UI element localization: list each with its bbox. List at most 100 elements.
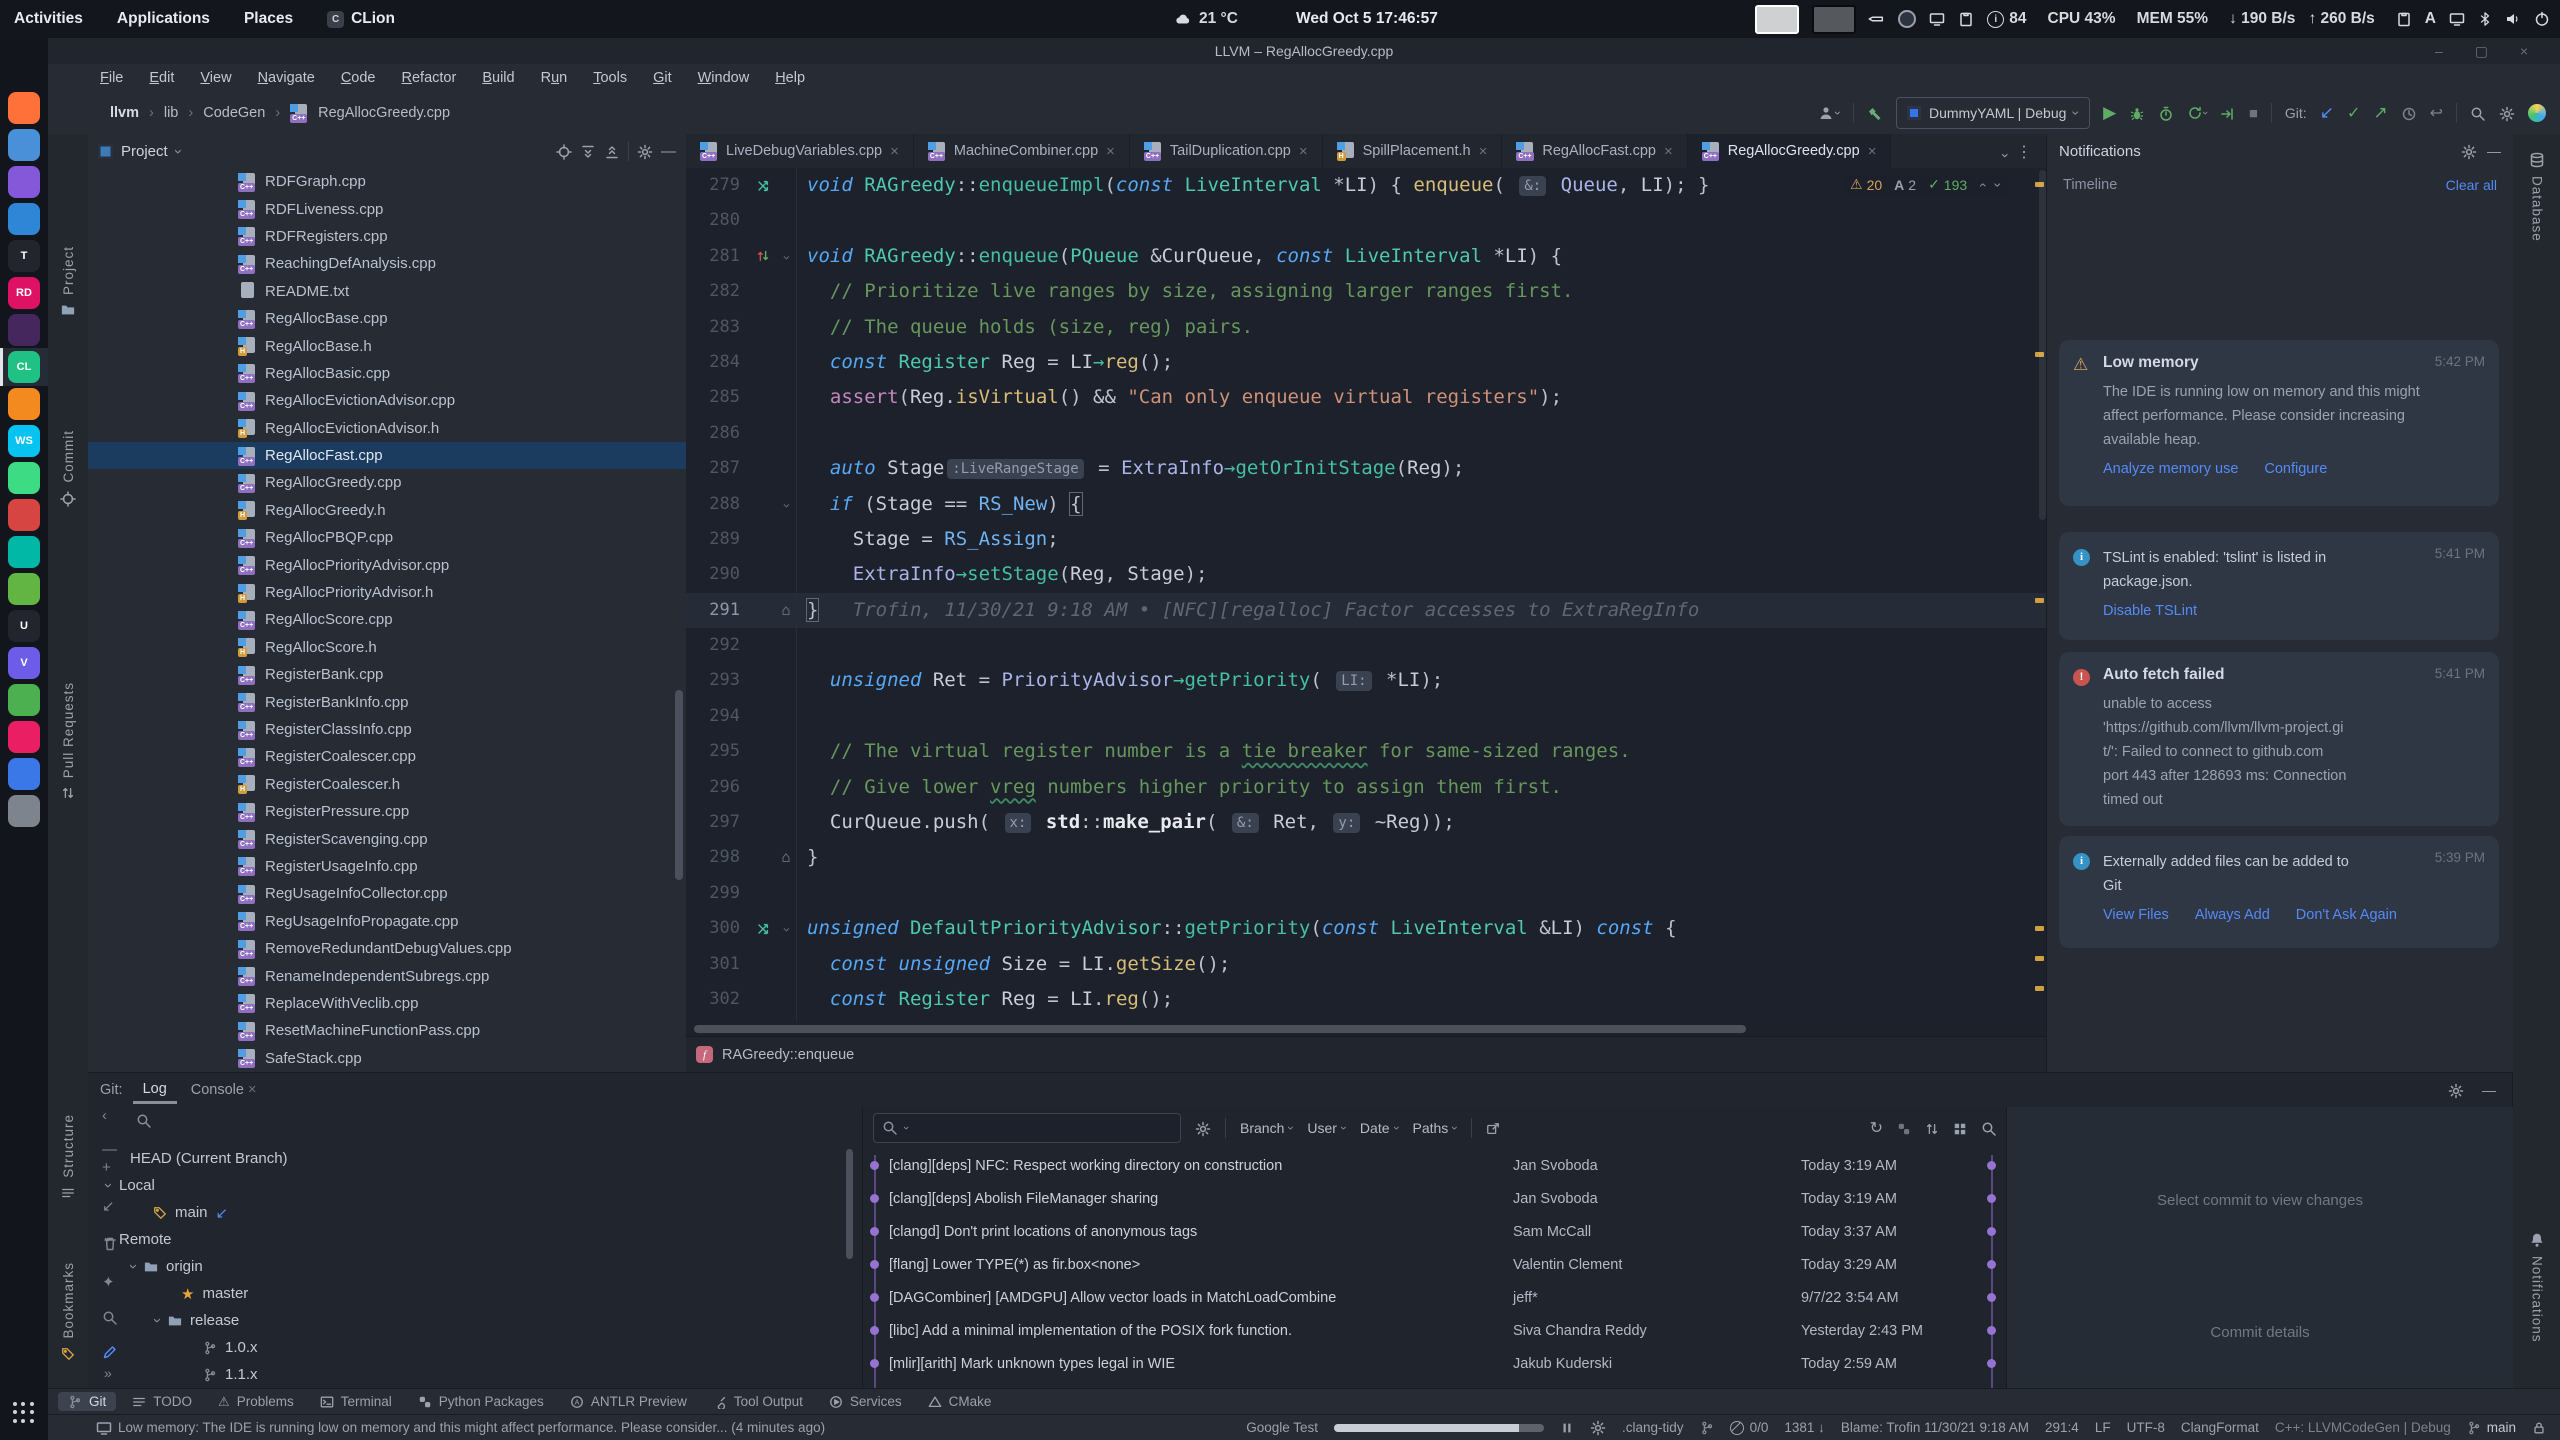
tool-strip-bookmarks[interactable]: Bookmarks	[48, 1262, 88, 1361]
dock-app-8[interactable]: CL	[8, 351, 40, 383]
sync-settings-icon[interactable]	[1590, 1420, 1606, 1436]
stripe-warning-mark[interactable]	[2035, 986, 2044, 991]
workspace-2[interactable]	[1812, 5, 1856, 34]
next-problem-chevron[interactable]: ›	[1990, 182, 2006, 187]
gutter-icon[interactable]	[750, 168, 776, 203]
project-file[interactable]: C++RegisterUsageInfo.cpp	[88, 853, 686, 880]
commit-row[interactable]: [DAGCombiner] [AMDGPU] Allow vector load…	[863, 1281, 2007, 1314]
dock-app-15[interactable]: U	[8, 610, 40, 642]
project-file[interactable]: HRegAllocEvictionAdvisor.h	[88, 415, 686, 442]
code-line-302[interactable]: 302 const Register Reg = LI.reg();	[686, 982, 2046, 1017]
panel-options-button[interactable]	[637, 142, 653, 159]
breadcrumb-item[interactable]: RegAllocGreedy.cpp	[318, 105, 450, 121]
tool-strip-project[interactable]: Project	[48, 246, 88, 317]
display-tray-icon[interactable]	[1929, 10, 1945, 28]
editor-breadcrumb-function[interactable]: RAGreedy::enqueue	[722, 1047, 854, 1063]
tab-MachineCombiner.cpp[interactable]: C++ MachineCombiner.cpp×	[914, 134, 1130, 168]
tab-SpillPlacement.h[interactable]: H SpillPlacement.h×	[1323, 134, 1503, 168]
stripe-warning-mark[interactable]	[2035, 598, 2044, 603]
attach-to-process-button[interactable]	[2220, 104, 2236, 121]
project-file[interactable]: HRegAllocGreedy.h	[88, 497, 686, 524]
project-file[interactable]: HRegAllocBase.h	[88, 332, 686, 359]
dock-app-6[interactable]: RD	[8, 277, 40, 309]
dock-app-12[interactable]	[8, 499, 40, 531]
dock-app-4[interactable]	[8, 203, 40, 235]
commit-row[interactable]: [mlir][arith] Mark unknown types legal i…	[863, 1347, 2007, 1380]
project-file[interactable]: HRegAllocPriorityAdvisor.h	[88, 579, 686, 606]
project-file[interactable]: C++RegUsageInfoCollector.cpp	[88, 880, 686, 907]
menu-edit[interactable]: Edit	[149, 70, 174, 86]
weather-widget[interactable]: 21 °C	[1175, 0, 1238, 38]
commit-search-input[interactable]: ›	[873, 1113, 1181, 1143]
tab-LiveDebugVariables.cpp[interactable]: C++ LiveDebugVariables.cpp×	[686, 134, 914, 168]
filter-branch[interactable]: Branch›	[1240, 1120, 1293, 1136]
show-applications-button[interactable]	[13, 1402, 35, 1424]
globe-tray-icon[interactable]	[1898, 10, 1916, 28]
project-file[interactable]: C++RegisterBank.cpp	[88, 661, 686, 688]
close-icon[interactable]: ×	[1868, 143, 1877, 160]
activities-button[interactable]: Activities	[14, 10, 83, 28]
code-line-301[interactable]: 301 const unsigned Size = LI.getSize();	[686, 947, 2046, 982]
power-icon[interactable]	[2534, 10, 2550, 28]
code-line-300[interactable]: 300 › unsigned DefaultPriorityAdvisor::g…	[686, 911, 2046, 946]
commit-row[interactable]: [clangd] Don't print locations of anonym…	[863, 1215, 2007, 1248]
git-branch-widget[interactable]: main	[2467, 1420, 2516, 1435]
dock-app-19[interactable]	[8, 758, 40, 790]
project-file[interactable]: C++RegisterClassInfo.cpp	[88, 716, 686, 743]
fold-marker[interactable]: ⌂	[776, 840, 796, 875]
stripe-warning-mark[interactable]	[2035, 956, 2044, 961]
dock-app-13[interactable]	[8, 536, 40, 568]
search-everywhere-button[interactable]	[2470, 104, 2486, 121]
notification-action-link[interactable]: View Files	[2103, 907, 2169, 923]
tab-RegAllocFast.cpp[interactable]: C++ RegAllocFast.cpp×	[1502, 134, 1687, 168]
volume-icon[interactable]	[2505, 10, 2521, 28]
branch-scrollbar[interactable]	[846, 1149, 853, 1259]
git-tool-more[interactable]: »	[104, 1365, 112, 1381]
git-tool-collapse-left[interactable]: ‹	[102, 1107, 107, 1124]
git-tab-console[interactable]: Console ×	[181, 1078, 267, 1102]
close-icon[interactable]: ×	[1479, 143, 1488, 160]
project-file[interactable]: C++RegAllocPBQP.cpp	[88, 524, 686, 551]
tool-strip-database[interactable]: Database	[2513, 152, 2560, 242]
branch-row[interactable]: ›Remote	[106, 1226, 172, 1253]
project-file[interactable]: C++RDFRegisters.cpp	[88, 223, 686, 250]
tab-RegAllocGreedy.cpp[interactable]: C++ RegAllocGreedy.cpp×	[1688, 134, 1892, 168]
close-icon[interactable]: ×	[1299, 143, 1308, 160]
prev-problem-chevron[interactable]: ›	[1973, 182, 1989, 187]
focused-app-menu[interactable]: CCLion	[327, 10, 395, 28]
lock-icon[interactable]	[2532, 1421, 2546, 1435]
keyboard-layout[interactable]: A	[2425, 10, 2436, 28]
commit-row[interactable]: [libc] Add a minimal implementation of t…	[863, 1314, 2007, 1347]
fold-marker[interactable]: ›	[776, 911, 796, 946]
incoming-commits-widget[interactable]: 1381 ↓	[1784, 1420, 1825, 1435]
toolwindow-cmake[interactable]: CMake	[918, 1392, 1002, 1411]
git-tool-get[interactable]: ↙	[102, 1197, 115, 1215]
code-line-295[interactable]: 295 // The virtual register number is a …	[686, 734, 2046, 769]
error-ratio-widget[interactable]: 0/0	[1730, 1420, 1769, 1435]
breadcrumb-item[interactable]: llvm	[110, 105, 139, 121]
project-file[interactable]: C++ReachingDefAnalysis.cpp	[88, 250, 686, 277]
breadcrumb-item[interactable]: lib	[164, 105, 179, 121]
dock-app-11[interactable]	[8, 462, 40, 494]
stripe-warning-mark[interactable]	[2035, 926, 2044, 931]
toolwindow-antlr-preview[interactable]: AANTLR Preview	[560, 1392, 697, 1411]
menu-help[interactable]: Help	[775, 70, 805, 86]
code-line-290[interactable]: 290 ExtraInfo→setStage(Reg, Stage);	[686, 557, 2046, 592]
stop-button[interactable]: ■	[2249, 105, 2258, 122]
profiler-button[interactable]	[2158, 104, 2174, 121]
branch-row[interactable]: 1.1.x	[203, 1361, 258, 1388]
dock-app-20[interactable]	[8, 795, 40, 827]
network-icon[interactable]	[2449, 10, 2465, 28]
hidden-tabs-chevron[interactable]: ›	[1989, 153, 2014, 158]
dock-app-2[interactable]	[8, 129, 40, 161]
hide-notifications-button[interactable]: —	[2487, 143, 2501, 159]
menu-run[interactable]: Run	[541, 70, 568, 86]
bluetooth-icon[interactable]	[2478, 10, 2492, 28]
code-line-292[interactable]: 292	[686, 628, 2046, 663]
menu-tools[interactable]: Tools	[593, 70, 627, 86]
notification-action-link[interactable]: Don't Ask Again	[2296, 907, 2397, 923]
locate-file-button[interactable]	[556, 142, 572, 159]
notification-action-link[interactable]: Disable TSLint	[2103, 603, 2197, 619]
menu-file[interactable]: File	[100, 70, 123, 86]
toolwindow-problems[interactable]: ⚠Problems	[208, 1392, 304, 1412]
